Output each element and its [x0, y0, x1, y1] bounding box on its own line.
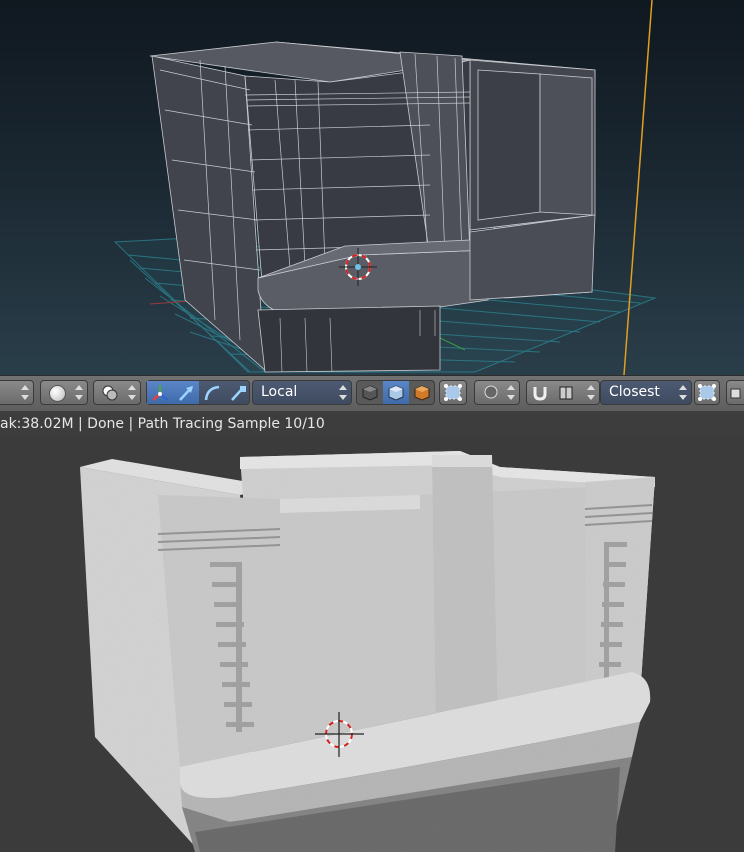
- snap-toggle-button[interactable]: [527, 381, 553, 404]
- vertex-dot-icon: [49, 385, 66, 402]
- render-region-icon: [698, 384, 716, 401]
- manipulator-scale-icon: [231, 385, 246, 401]
- snap-target-label: Closest: [609, 384, 660, 400]
- layer-buttons: [356, 380, 435, 405]
- pivot-button[interactable]: [439, 380, 467, 405]
- manipulator-scale-button[interactable]: [225, 381, 251, 404]
- cube-rendered-icon: [414, 384, 430, 401]
- updown-arrows-icon: [587, 384, 595, 401]
- light-line: [623, 0, 653, 375]
- rendered-building: [80, 451, 655, 852]
- rendered-scene: [80, 451, 655, 852]
- manipulator-translate-button[interactable]: [173, 381, 199, 404]
- pivot-icon: [444, 384, 462, 401]
- updown-arrows-icon: [679, 384, 687, 401]
- updown-arrows-icon: [339, 384, 347, 401]
- render-status-text: ak:38.02M | Done | Path Tracing Sample 1…: [0, 416, 325, 432]
- render-status-bar: ak:38.02M | Done | Path Tracing Sample 1…: [0, 411, 744, 437]
- overlay-icon: [101, 384, 119, 406]
- proportional-edit-select[interactable]: [474, 380, 520, 405]
- snap-target-icon: [730, 388, 741, 399]
- snap-target-select[interactable]: Closest: [600, 380, 692, 405]
- cube-solid-icon: [362, 384, 378, 401]
- viewport-3d-edit[interactable]: [0, 0, 744, 375]
- snap-magnet-icon: [533, 386, 547, 401]
- viewport-rendered[interactable]: [0, 437, 744, 852]
- proportional-icon: [484, 385, 498, 399]
- shading-select[interactable]: [40, 380, 88, 405]
- manipulator-axes-icon: [152, 384, 169, 401]
- manipulator-axes-button[interactable]: [147, 381, 173, 404]
- manipulator-group: [146, 380, 250, 405]
- extra-button-partial[interactable]: [726, 380, 744, 405]
- updown-arrows-icon: [75, 384, 83, 401]
- render-region-button[interactable]: [694, 380, 720, 405]
- textured-shading-button[interactable]: [383, 381, 409, 404]
- updown-arrows-icon: [21, 384, 29, 401]
- snap-element-icon: [559, 386, 573, 399]
- transform-orientation-select[interactable]: Local: [252, 380, 352, 405]
- transform-orientation-label: Local: [261, 384, 298, 400]
- mode-select-partial[interactable]: [0, 380, 34, 405]
- rendered-shading-button[interactable]: [409, 381, 435, 404]
- snap-group: [526, 380, 600, 405]
- overlay-select[interactable]: [93, 380, 141, 405]
- updown-arrows-icon: [128, 384, 136, 401]
- solid-shading-button[interactable]: [357, 381, 383, 404]
- snap-element-button[interactable]: [553, 381, 579, 404]
- manipulator-rotate-button[interactable]: [199, 381, 225, 404]
- cube-textured-icon: [388, 384, 404, 401]
- manipulator-rotate-icon: [204, 385, 220, 400]
- viewport-scene: [113, 0, 657, 375]
- updown-arrows-icon: [507, 384, 515, 401]
- manipulator-translate-icon: [179, 385, 193, 401]
- viewport-header-bar: Local Closest: [0, 375, 744, 412]
